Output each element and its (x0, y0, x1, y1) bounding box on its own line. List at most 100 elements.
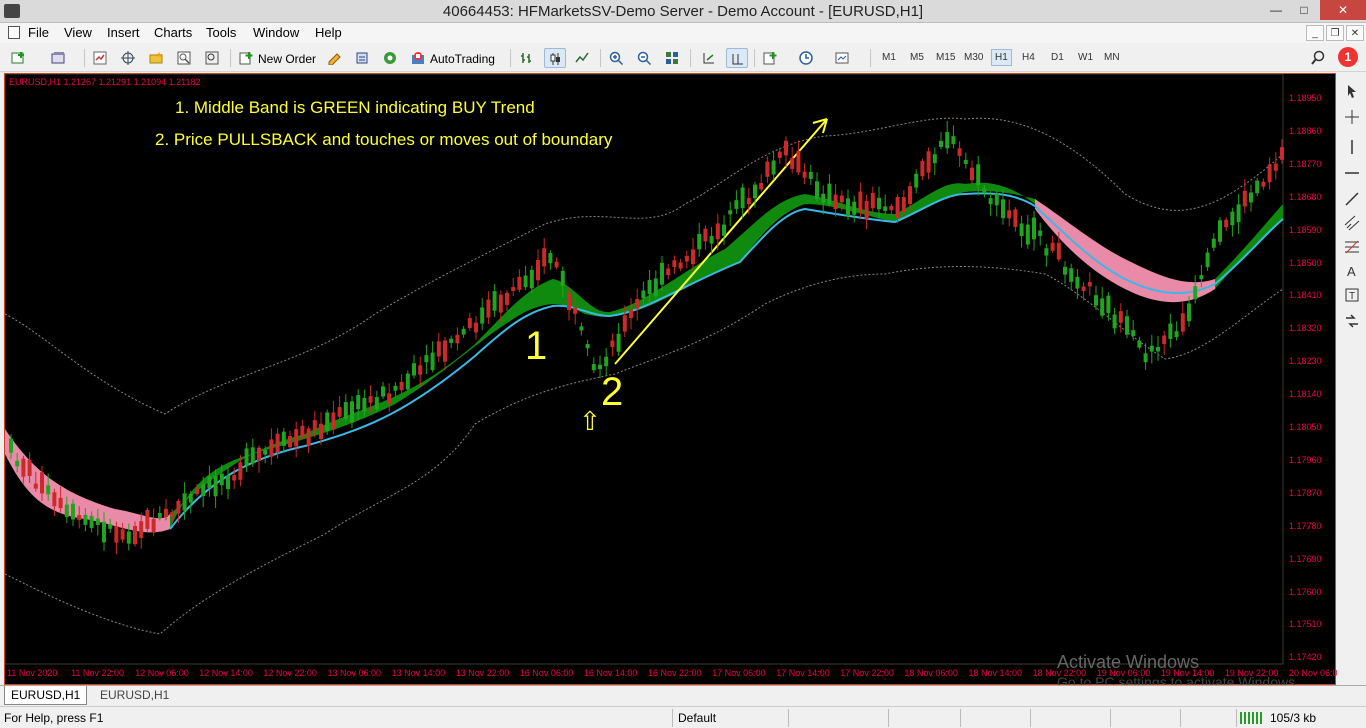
indicators-button[interactable] (760, 48, 790, 68)
mdi-minimize-button[interactable]: _ (1306, 25, 1324, 41)
tab-eurusd-h1[interactable]: EURUSD,H1 (94, 686, 175, 705)
text-tool-icon[interactable]: A (1344, 263, 1360, 279)
zoom-in-icon (609, 51, 624, 65)
line-chart-button[interactable] (572, 48, 594, 68)
zoom-in-button[interactable] (606, 48, 628, 68)
candle-body (1032, 217, 1036, 240)
timeframe-m30[interactable]: M30 (964, 52, 983, 63)
candle-body (560, 270, 565, 287)
tester-button[interactable] (202, 48, 224, 68)
timeframe-h1[interactable]: H1 (991, 49, 1012, 66)
periods-button[interactable] (796, 48, 826, 68)
candle-body (1149, 345, 1154, 352)
mdi-close-button[interactable]: ✕ (1346, 25, 1364, 41)
candle-body (213, 475, 218, 497)
mdi-restore-button[interactable]: ❐ (1326, 25, 1344, 41)
menu-insert[interactable]: Insert (107, 25, 140, 40)
candle-body (523, 275, 528, 288)
candle-body (895, 197, 900, 219)
timeframe-d1[interactable]: D1 (1051, 52, 1064, 63)
autoscroll-button[interactable] (698, 48, 720, 68)
title-bar: 40664453: HFMarketsSV-Demo Server - Demo… (0, 0, 1366, 23)
channel-icon[interactable] (1344, 215, 1360, 231)
chart-window[interactable]: EURUSD,H1 1.21267 1.21291 1.21094 1.2118… (4, 73, 1343, 690)
candle-body (281, 431, 286, 446)
candle-body (858, 191, 863, 211)
autotrading-button[interactable]: AutoTrading (408, 48, 504, 68)
fibonacci-icon[interactable] (1344, 239, 1360, 255)
chart-shift-button[interactable] (726, 48, 748, 68)
annotation-line-1: 1. Middle Band is GREEN indicating BUY T… (175, 98, 535, 117)
terminal-button[interactable] (174, 48, 196, 68)
tab-eurusd-h1-active[interactable]: EURUSD,H1 (4, 686, 88, 705)
menu-file[interactable]: File (28, 25, 49, 40)
minimize-button[interactable]: — (1262, 0, 1290, 20)
candle-body (1224, 219, 1229, 228)
notification-badge[interactable]: 1 (1338, 47, 1358, 67)
candle-body (585, 344, 590, 349)
trendline-icon[interactable] (1344, 191, 1360, 207)
maximize-button[interactable]: □ (1290, 0, 1318, 20)
candle-body (374, 397, 379, 410)
arrows-icon[interactable] (1344, 313, 1360, 329)
price-chart[interactable] (5, 74, 1337, 686)
new-chart-icon (11, 52, 24, 64)
tile-windows-button[interactable] (662, 48, 684, 68)
search-icon[interactable] (1310, 50, 1326, 66)
candle-body (771, 160, 776, 175)
candle-body (1174, 331, 1179, 338)
timeframe-mn[interactable]: MN (1104, 52, 1120, 63)
candle-body (306, 428, 311, 446)
timeframe-m5[interactable]: M5 (910, 52, 924, 63)
price-axis-label: 1.17510 (1289, 619, 1322, 630)
timeframe-w1[interactable]: W1 (1078, 52, 1093, 63)
time-axis-label: 13 Nov 06:00 (327, 668, 382, 678)
cursor-icon[interactable] (1344, 83, 1360, 99)
candle-body (449, 338, 454, 343)
templates-button[interactable] (832, 48, 862, 68)
candle-body (250, 447, 255, 464)
market-button[interactable] (380, 48, 402, 68)
expert-button[interactable] (324, 48, 346, 68)
price-axis-label: 1.18680 (1289, 191, 1322, 202)
new-chart-button[interactable] (8, 48, 30, 68)
candle-body (939, 140, 943, 148)
candle-body (1038, 230, 1043, 236)
candle-body (455, 334, 460, 344)
candle-body (1162, 335, 1167, 344)
zoom-out-button[interactable] (634, 48, 656, 68)
market-watch-button[interactable] (90, 48, 112, 68)
candle-body (331, 412, 336, 430)
bar-chart-button[interactable] (516, 48, 538, 68)
candle-body (994, 193, 999, 206)
close-button[interactable]: ✕ (1320, 0, 1366, 20)
new-order-icon (239, 52, 253, 65)
menu-help[interactable]: Help (315, 25, 342, 40)
candle-body (1261, 181, 1266, 187)
profiles-button[interactable] (48, 48, 70, 68)
timeframe-h4[interactable]: H4 (1022, 52, 1035, 63)
time-axis-label: 16 Nov 06:00 (519, 668, 574, 678)
signals-button[interactable] (352, 48, 374, 68)
horizontal-line-icon[interactable] (1344, 165, 1360, 181)
timeframe-m15[interactable]: M15 (936, 52, 955, 63)
candle-body (219, 473, 224, 486)
candle-body (1143, 353, 1148, 363)
text-label-icon[interactable]: T (1344, 287, 1360, 303)
menu-window[interactable]: Window (253, 25, 299, 40)
timeframe-m1[interactable]: M1 (882, 52, 896, 63)
menu-charts[interactable]: Charts (154, 25, 192, 40)
candle-body (604, 356, 609, 367)
crosshair-tool-icon[interactable] (1344, 109, 1360, 125)
new-order-button[interactable]: New Order (236, 48, 318, 68)
navigator-button[interactable] (146, 48, 168, 68)
candle-body (120, 529, 125, 540)
menu-view[interactable]: View (64, 25, 92, 40)
candle-body (114, 526, 119, 543)
svg-text:A: A (1347, 264, 1356, 279)
candlestick-button[interactable] (544, 48, 566, 68)
candle-body (1001, 199, 1005, 219)
menu-tools[interactable]: Tools (206, 25, 236, 40)
vertical-line-icon[interactable] (1344, 139, 1360, 155)
data-window-button[interactable] (118, 48, 140, 68)
